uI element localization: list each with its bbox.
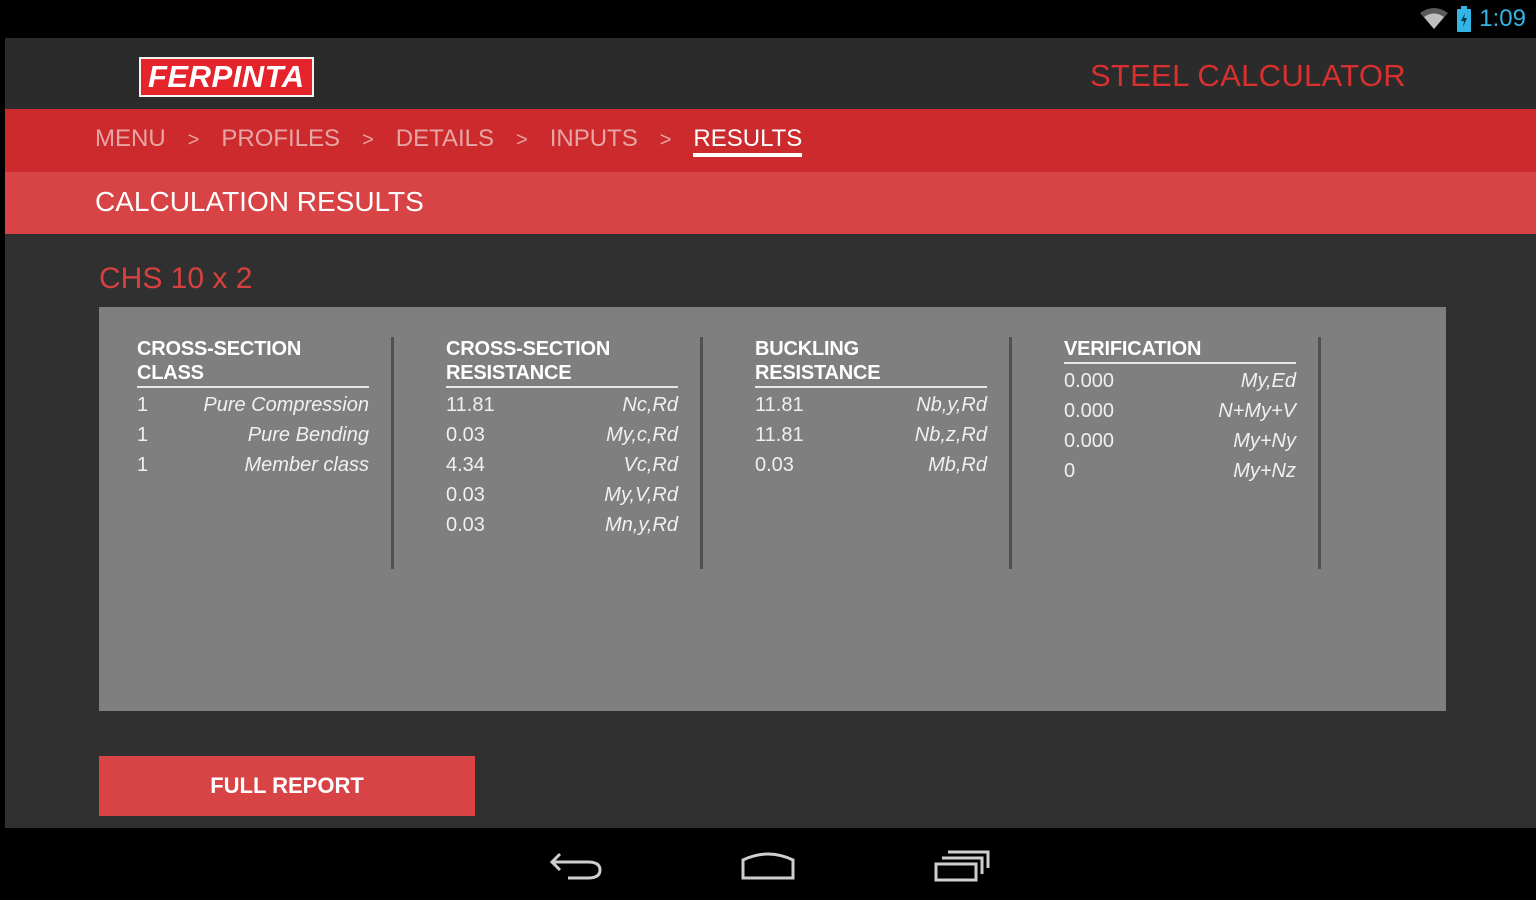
column-rows: 11.81 Nc,Rd 0.03 My,c,Rd 4.34 Vc,Rd 0.03 My,V,R… [446, 390, 678, 540]
result-label: My+Ny [1233, 429, 1296, 452]
result-row: 0.03 My,c,Rd [446, 420, 678, 450]
column-rows: 0.000 My,Ed 0.000 N+My+V 0.000 My+Ny 0 My+Nz [1064, 366, 1296, 486]
result-row: 1 Member class [137, 450, 369, 480]
result-row: 0.000 My+Ny [1064, 426, 1296, 456]
result-value: 4.34 [446, 453, 485, 476]
result-value: 11.81 [755, 393, 804, 416]
breadcrumb-item-details[interactable]: DETAILS [396, 125, 494, 157]
column-title: CROSS-SECTION RESISTANCE [446, 337, 678, 388]
result-value: 11.81 [446, 393, 495, 416]
breadcrumb-item-results[interactable]: RESULTS [693, 125, 803, 157]
breadcrumb-separator: > [659, 129, 672, 151]
battery-icon [1457, 6, 1472, 32]
result-value: 0.000 [1064, 369, 1115, 392]
status-icons: 1:09 [1419, 4, 1526, 34]
column-title: CROSS-SECTION CLASS [137, 337, 369, 388]
result-value: 1 [137, 393, 149, 416]
result-value: 11.81 [755, 423, 804, 446]
breadcrumb-row: MENU > PROFILES > DETAILS > INPUTS > RESULTS [95, 109, 803, 172]
result-value: 0 [1064, 459, 1076, 482]
result-value: 1 [137, 423, 149, 446]
result-row: 0.03 Mn,y,Rd [446, 510, 678, 540]
result-value: 0.000 [1064, 399, 1115, 422]
result-label: Nb,z,Rd [914, 423, 987, 446]
result-label: Nc,Rd [622, 393, 678, 416]
result-label: Vc,Rd [623, 453, 678, 476]
result-label: N+My+V [1218, 399, 1296, 422]
column-rows: 11.81 Nb,y,Rd 11.81 Nb,z,Rd 0.03 Mb,Rd [755, 390, 987, 480]
column-cross-section-resistance: CROSS-SECTION RESISTANCE 11.81 Nc,Rd 0.03 M… [446, 337, 678, 540]
navigation-bar [0, 828, 1536, 900]
app-window: FERPINTA STEEL CALCULATOR MENU > PROFILES >… [5, 38, 1536, 828]
back-icon[interactable] [546, 844, 606, 884]
ferpinta-logo[interactable]: FERPINTA [139, 57, 314, 97]
column-title: BUCKLING RESISTANCE [755, 337, 987, 388]
column-divider [1009, 337, 1012, 569]
result-value: 0.03 [446, 423, 485, 446]
result-row: 1 Pure Compression [137, 390, 369, 420]
column-title: VERIFICATION [1064, 337, 1296, 364]
result-label: Pure Compression [203, 393, 369, 416]
section-title: CALCULATION RESULTS [95, 186, 424, 217]
result-label: My,V,Rd [604, 483, 678, 506]
breadcrumb-item-menu[interactable]: MENU [95, 125, 166, 157]
results-panel: CROSS-SECTION CLASS 1 Pure Compression 1 Pu… [99, 307, 1446, 711]
result-value: 1 [137, 453, 149, 476]
breadcrumb-item-profiles[interactable]: PROFILES [221, 125, 340, 157]
column-cross-section-class: CROSS-SECTION CLASS 1 Pure Compression 1 Pu… [137, 337, 369, 480]
status-bar: 1:09 [0, 0, 1536, 38]
result-row: 0.000 My,Ed [1064, 366, 1296, 396]
result-row: 1 Pure Bending [137, 420, 369, 450]
result-value: 0.03 [446, 483, 485, 506]
column-divider [700, 337, 703, 569]
column-divider [1318, 337, 1321, 569]
home-icon[interactable] [738, 844, 798, 884]
full-report-button[interactable]: FULL REPORT [99, 756, 475, 816]
result-label: Pure Bending [247, 423, 369, 446]
result-row: 0.03 Mb,Rd [755, 450, 987, 480]
result-label: Member class [244, 453, 369, 476]
column-divider [391, 337, 394, 569]
breadcrumb-separator: > [362, 129, 374, 151]
result-row: 0.03 My,V,Rd [446, 480, 678, 510]
result-value: 0.03 [446, 513, 485, 536]
wifi-icon [1420, 8, 1449, 29]
section-bar: CALCULATION RESULTS [5, 172, 1536, 234]
result-label: Mn,y,Rd [605, 513, 678, 536]
result-row: 0.000 N+My+V [1064, 396, 1296, 426]
result-label: My+Nz [1233, 459, 1296, 482]
result-label: My,Ed [1240, 369, 1296, 392]
column-rows: 1 Pure Compression 1 Pure Bending 1 Member cl… [137, 390, 369, 480]
top-bar: FERPINTA STEEL CALCULATOR [5, 38, 1536, 109]
result-value: 0.03 [755, 453, 794, 476]
logo-text: FERPINTA [148, 59, 305, 94]
result-row: 0 My+Nz [1064, 456, 1296, 486]
breadcrumb-separator: > [516, 129, 528, 151]
column-buckling-resistance: BUCKLING RESISTANCE 11.81 Nb,y,Rd 11.81 Nb,… [755, 337, 987, 480]
breadcrumb: MENU > PROFILES > DETAILS > INPUTS > RESULTS [5, 109, 1536, 172]
result-value: 0.000 [1064, 429, 1115, 452]
status-time: 1:09 [1479, 5, 1526, 32]
result-row: 11.81 Nc,Rd [446, 390, 678, 420]
profile-title: CHS 10 x 2 [99, 262, 253, 295]
result-row: 11.81 Nb,z,Rd [755, 420, 987, 450]
result-label: Nb,y,Rd [916, 393, 987, 416]
breadcrumb-item-inputs[interactable]: INPUTS [550, 125, 638, 157]
result-row: 4.34 Vc,Rd [446, 450, 678, 480]
column-verification: VERIFICATION 0.000 My,Ed 0.000 N+My+V 0.000 M… [1064, 337, 1296, 486]
breadcrumb-separator: > [187, 129, 200, 151]
result-label: My,c,Rd [606, 423, 678, 446]
result-label: Mb,Rd [928, 453, 987, 476]
app-title: STEEL CALCULATOR [1089, 58, 1406, 93]
result-row: 11.81 Nb,y,Rd [755, 390, 987, 420]
recent-apps-icon[interactable] [932, 844, 992, 884]
